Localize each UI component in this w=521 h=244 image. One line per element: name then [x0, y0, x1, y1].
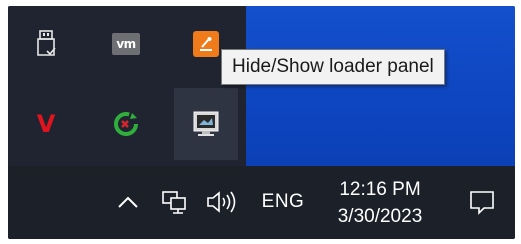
loader-panel-icon [193, 111, 219, 136]
screen-frame: vm V Hide/Show loader panel ENG 12:16 PM… [8, 6, 515, 239]
clock-button[interactable]: 12:16 PM 3/30/2023 [322, 173, 438, 233]
clock-time: 12:16 PM [339, 179, 421, 200]
hidden-icons-panel: vm V [8, 6, 246, 166]
show-hidden-icons-button[interactable] [110, 182, 146, 222]
input-language-button[interactable]: ENG [254, 182, 312, 222]
tray-item-vmware[interactable]: vm [94, 14, 158, 74]
tray-item-usb[interactable] [14, 14, 78, 74]
clock-date: 3/30/2023 [337, 206, 423, 227]
vmware-icon-text: vm [116, 37, 136, 51]
taskbar: ENG 12:16 PM 3/30/2023 [8, 166, 515, 239]
tray-item-sync[interactable] [94, 94, 158, 154]
input-language-label: ENG [261, 191, 305, 212]
tray-item-loader-panel[interactable] [174, 88, 238, 160]
vmware-icon: vm [112, 33, 140, 55]
network-icon [162, 191, 186, 214]
action-center-button[interactable] [460, 180, 504, 224]
tray-item-antivirus[interactable]: V [14, 94, 78, 154]
tooltip: Hide/Show loader panel [221, 49, 445, 85]
antivirus-v-icon: V [36, 110, 56, 138]
sync-refresh-icon [114, 112, 138, 136]
network-button[interactable] [156, 182, 192, 222]
volume-button[interactable] [202, 182, 242, 222]
loader-app-icon [193, 31, 219, 57]
speaker-volume-icon [207, 191, 236, 213]
notification-icon [470, 191, 494, 215]
chevron-up-icon [118, 196, 138, 208]
usb-drive-icon [37, 30, 56, 56]
